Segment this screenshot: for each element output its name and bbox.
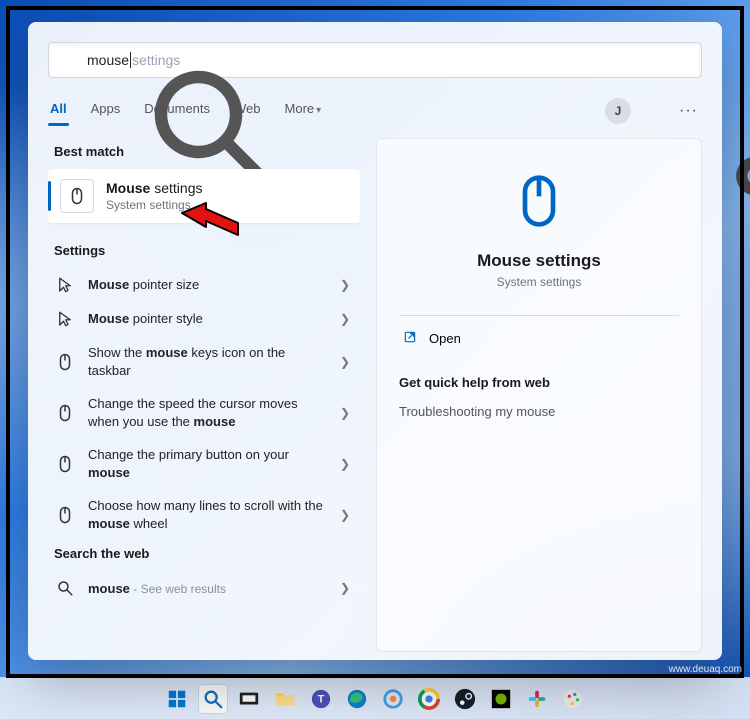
help-link-troubleshoot[interactable]: Troubleshooting my mouse — [399, 404, 555, 419]
best-match-result[interactable]: Mouse settings System settings — [48, 169, 360, 223]
mouse-icon — [54, 404, 76, 422]
section-best-match: Best match — [54, 144, 360, 159]
slack-icon[interactable] — [523, 685, 551, 713]
share-icon[interactable] — [643, 101, 663, 121]
taskbar-search[interactable] — [199, 685, 227, 713]
watermark: www.deuaq.com — [669, 664, 742, 675]
open-icon — [403, 330, 417, 347]
settings-item-4[interactable]: Change the primary button on your mouse ❯ — [48, 438, 360, 489]
tab-web[interactable]: Web — [232, 97, 263, 126]
chevron-right-icon: ❯ — [340, 312, 350, 326]
chevron-right-icon: ❯ — [340, 355, 350, 369]
pointer-icon — [54, 310, 76, 328]
web-result[interactable]: mouse - See web results ❯ — [48, 571, 360, 605]
tab-apps[interactable]: Apps — [89, 97, 123, 126]
mouse-icon — [54, 506, 76, 524]
best-match-subtitle: System settings — [106, 198, 202, 212]
settings-item-0[interactable]: Mouse pointer size ❯ — [48, 268, 360, 302]
mouse-icon — [54, 455, 76, 473]
file-explorer-icon[interactable] — [271, 685, 299, 713]
open-action[interactable]: Open — [399, 316, 679, 361]
nvidia-icon[interactable] — [487, 685, 515, 713]
pointer-icon — [54, 276, 76, 294]
search-input[interactable]: mouse settings — [48, 42, 702, 78]
tab-documents[interactable]: Documents — [142, 97, 212, 126]
settings-item-label: Choose how many lines to scroll with the… — [88, 497, 328, 532]
more-options-button[interactable]: ··· — [675, 102, 702, 120]
user-avatar[interactable]: J — [605, 98, 631, 124]
app-icon-1[interactable] — [379, 685, 407, 713]
tab-all[interactable]: All — [48, 97, 69, 126]
taskbar — [0, 677, 750, 719]
section-search-web: Search the web — [54, 546, 360, 561]
results-column: Best match Mouse settings System setting… — [48, 138, 360, 652]
section-settings: Settings — [54, 243, 360, 258]
chevron-right-icon: ❯ — [340, 581, 350, 595]
settings-item-3[interactable]: Change the speed the cursor moves when y… — [48, 387, 360, 438]
steam-icon[interactable] — [451, 685, 479, 713]
paint-icon[interactable] — [559, 685, 587, 713]
quick-help-header: Get quick help from web — [399, 375, 550, 390]
chevron-right-icon: ❯ — [340, 508, 350, 522]
mouse-icon — [60, 179, 94, 213]
settings-item-5[interactable]: Choose how many lines to scroll with the… — [48, 489, 360, 540]
chevron-right-icon: ❯ — [340, 278, 350, 292]
search-hint-suffix: settings — [132, 52, 180, 68]
tabs-row: All Apps Documents Web More▾ J ··· — [48, 94, 702, 128]
settings-item-label: Mouse pointer style — [88, 310, 328, 328]
task-view-button[interactable] — [235, 685, 263, 713]
settings-item-label: Show the mouse keys icon on the taskbar — [88, 344, 328, 379]
settings-item-label: Mouse pointer size — [88, 276, 328, 294]
open-label: Open — [429, 331, 461, 346]
web-result-label: mouse - See web results — [88, 580, 328, 598]
search-icon — [61, 52, 77, 68]
mouse-icon — [54, 353, 76, 371]
settings-item-label: Change the primary button on your mouse — [88, 446, 328, 481]
chrome-icon[interactable] — [415, 685, 443, 713]
preview-title: Mouse settings — [477, 251, 601, 271]
search-typed-text: mouse — [87, 52, 129, 68]
preview-subtitle: System settings — [497, 275, 582, 289]
teams-icon[interactable] — [307, 685, 335, 713]
preview-pane: Mouse settings System settings Open Get … — [376, 138, 702, 652]
settings-item-label: Change the speed the cursor moves when y… — [88, 395, 328, 430]
chevron-down-icon: ▾ — [316, 105, 321, 116]
search-icon — [54, 579, 76, 597]
edge-icon[interactable] — [343, 685, 371, 713]
start-menu: mouse settings All Apps Documents Web Mo… — [28, 22, 722, 660]
mouse-icon-large — [511, 173, 567, 229]
settings-item-1[interactable]: Mouse pointer style ❯ — [48, 302, 360, 336]
text-caret — [130, 52, 131, 68]
best-match-title: Mouse settings — [106, 180, 202, 196]
chevron-right-icon: ❯ — [340, 457, 350, 471]
start-button[interactable] — [163, 685, 191, 713]
settings-item-2[interactable]: Show the mouse keys icon on the taskbar ❯ — [48, 336, 360, 387]
chevron-right-icon: ❯ — [340, 406, 350, 420]
tab-more[interactable]: More▾ — [283, 97, 324, 126]
